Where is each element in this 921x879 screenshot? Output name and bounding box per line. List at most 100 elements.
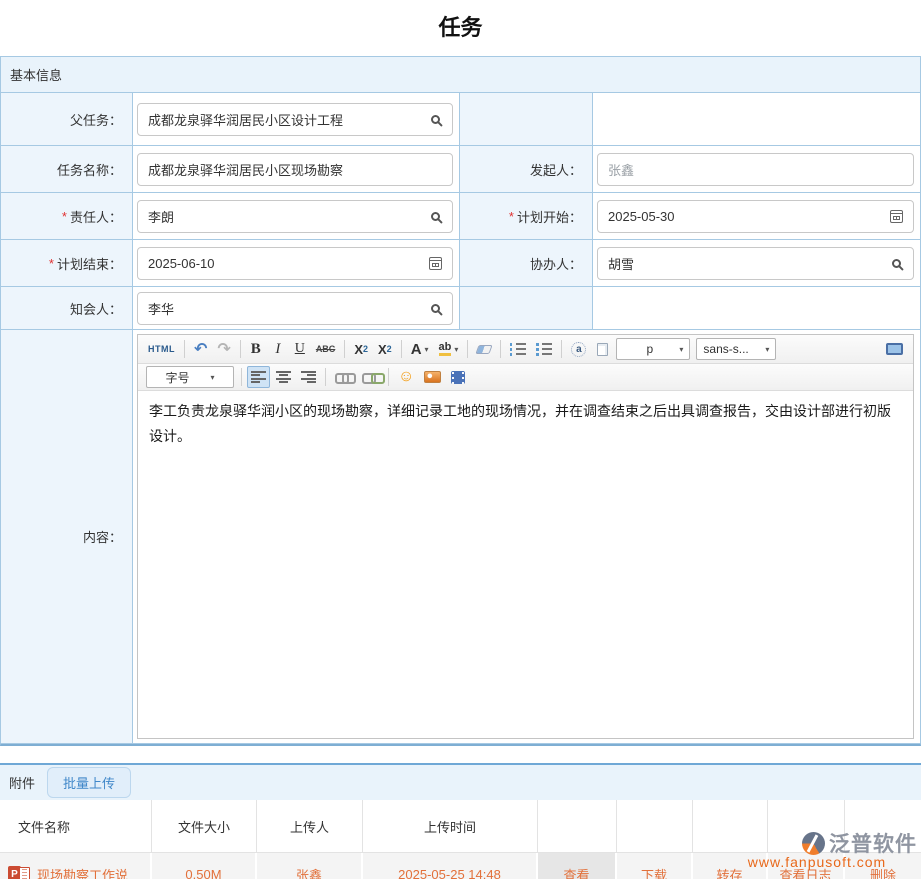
file-name-cell: P 现场勘察工作说 [0,853,152,879]
col-header-file-size: 文件大小 [152,800,257,853]
parent-task-label: 父任务： [1,93,133,146]
font-color-button[interactable]: A▾ [407,338,433,360]
insert-video-button[interactable] [447,366,469,388]
col-header-upload-time: 上传时间 [363,800,538,853]
remove-link-button[interactable] [358,366,383,388]
link-icon [335,373,352,382]
owner-label: * 责任人： [1,193,133,240]
plan-start-input[interactable]: 2025-05-30 [597,200,914,233]
blank-page-icon [597,343,608,356]
notify-input[interactable]: 李华 [137,292,453,325]
parent-task-cell: 成都龙泉驿华润居民小区设计工程 [133,93,460,146]
save-as-link[interactable]: 转存 [716,865,742,879]
highlight-color-button[interactable]: ab▾ [435,338,463,360]
align-right-button[interactable] [297,366,320,388]
action-cell: 转存 [693,853,768,879]
font-family-select[interactable]: sans-s...▾ [696,338,776,360]
col-header-action [617,800,693,853]
powerpoint-file-icon: P [8,866,30,879]
anchor-button[interactable]: a [567,338,590,360]
assistant-cell: 胡雪 [593,240,920,287]
uploader-cell: 张鑫 [257,853,363,879]
content-label: 内容： [1,330,133,744]
page-title: 任务 [0,0,921,56]
calendar-icon[interactable] [429,257,442,270]
search-icon[interactable] [431,115,440,124]
download-link[interactable]: 下载 [641,865,667,879]
bold-button[interactable]: B [246,338,266,360]
initiator-input: 张鑫 [597,153,914,186]
subscript-button[interactable]: X2 [374,338,396,360]
unordered-list-icon [536,343,552,356]
initiator-value: 张鑫 [608,160,634,179]
attachments-table-header: 文件名称 文件大小 上传人 上传时间 [0,800,921,853]
required-marker: * [49,256,54,271]
superscript-button[interactable]: X2 [350,338,372,360]
plan-end-input[interactable]: 2025-06-10 [137,247,453,280]
align-left-icon [251,371,266,383]
search-icon[interactable] [431,212,440,221]
insert-link-button[interactable] [331,366,356,388]
chevron-down-icon: ▾ [765,345,769,354]
calendar-icon[interactable] [890,210,903,223]
rich-text-editor: HTML ↶ ↷ B I U ABC X2 X2 A▾ [137,334,914,739]
col-header-action [538,800,617,853]
ordered-list-button[interactable] [506,338,530,360]
search-icon[interactable] [892,259,901,268]
notify-cell: 李华 [133,287,460,330]
undo-icon[interactable]: ↶ [190,338,211,360]
new-page-button[interactable] [592,338,612,360]
font-size-select[interactable]: 字号▾ [146,366,234,388]
task-name-input[interactable]: 成都龙泉驿华润居民小区现场勘察 [137,153,453,186]
insert-image-button[interactable] [420,366,445,388]
col-header-uploader: 上传人 [257,800,363,853]
ordered-list-icon [510,343,526,356]
plan-start-cell: 2025-05-30 [593,193,920,240]
owner-input[interactable]: 李朗 [137,200,453,233]
underline-button[interactable]: U [290,338,310,360]
align-left-button[interactable] [247,366,270,388]
editor-toolbar-row1: HTML ↶ ↷ B I U ABC X2 X2 A▾ [138,335,913,364]
col-header-action [693,800,768,853]
form-row-notify: 知会人： 李华 [1,287,920,330]
monitor-icon [886,343,903,355]
section-header-basic-info: 基本信息 [1,57,920,93]
view-link[interactable]: 查看 [563,865,589,879]
paragraph-format-select[interactable]: p▾ [616,338,690,360]
attachments-section-header: 附件 批量上传 [0,763,921,800]
html-source-button[interactable]: HTML [144,338,179,360]
delete-link[interactable]: 删除 [870,865,896,879]
image-icon [424,371,441,383]
remove-format-button[interactable] [473,338,495,360]
assistant-label: 协办人： [460,240,593,287]
chevron-down-icon: ▾ [679,345,683,354]
italic-button[interactable]: I [268,338,288,360]
plan-end-label: * 计划结束： [1,240,133,287]
form-row-owner-start: * 责任人： 李朗 * 计划开始： 2025-05-30 [1,193,920,240]
fullscreen-button[interactable] [882,338,907,360]
notify-value: 李华 [148,299,174,318]
redo-icon[interactable]: ↷ [213,338,234,360]
video-icon [451,371,465,384]
form-row-parent-task: 父任务： 成都龙泉驿华润居民小区设计工程 [1,93,920,146]
table-row: P 现场勘察工作说 0.50M 张鑫 2025-05-25 14:48 查看 下… [0,853,921,879]
editor-toolbar-row2: 字号▾ ☺ [138,364,913,391]
content-editor-body[interactable]: 李工负责龙泉驿华润小区的现场勘察，详细记录工地的现场情况，并在调查结束之后出具调… [138,391,913,738]
batch-upload-button[interactable]: 批量上传 [47,767,131,798]
strikethrough-button[interactable]: ABC [312,338,340,360]
view-log-link[interactable]: 查看日志 [779,865,831,879]
align-center-button[interactable] [272,366,295,388]
empty-label-cell [460,93,593,146]
task-form-page: 任务 基本信息 父任务： 成都龙泉驿华润居民小区设计工程 任务名称： 成都龙泉驿… [0,0,921,879]
empty-value-cell [593,93,920,146]
col-header-action [768,800,845,853]
unordered-list-button[interactable] [532,338,556,360]
search-icon[interactable] [431,304,440,313]
basic-info-form: 基本信息 父任务： 成都龙泉驿华润居民小区设计工程 任务名称： 成都龙泉驿华润居… [0,56,921,746]
chevron-down-icon: ▾ [454,345,458,354]
insert-emoticon-button[interactable]: ☺ [394,366,418,388]
file-name-link[interactable]: 现场勘察工作说 [37,865,128,879]
assistant-input[interactable]: 胡雪 [597,247,914,280]
parent-task-input[interactable]: 成都龙泉驿华润居民小区设计工程 [137,103,453,136]
parent-task-value: 成都龙泉驿华润居民小区设计工程 [148,110,343,129]
